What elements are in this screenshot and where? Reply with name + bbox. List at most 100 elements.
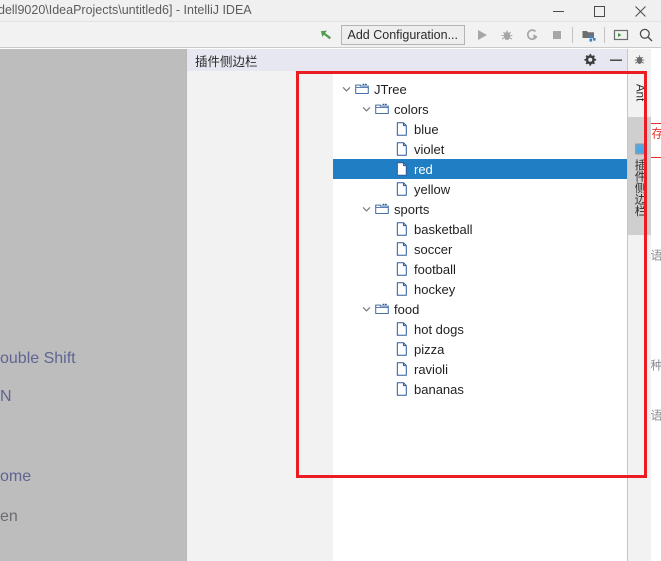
run-button[interactable]	[469, 23, 494, 47]
tree-node-label: basketball	[414, 221, 473, 237]
tree-toggle-spacer	[379, 319, 393, 339]
tree-row[interactable]: violet	[333, 139, 628, 159]
tree-toggle-spacer	[379, 159, 393, 179]
tree-toggle-spacer	[379, 139, 393, 159]
debug-button[interactable]	[494, 23, 519, 47]
chevron-down-icon[interactable]	[359, 99, 373, 119]
window-title: dell9020\IdeaProjects\untitled6] - Intel…	[0, 3, 252, 17]
minimize-button[interactable]	[538, 0, 579, 22]
tree-toggle-spacer	[379, 279, 393, 299]
tree-left-gutter	[187, 71, 333, 561]
navigate-back-icon[interactable]	[314, 23, 339, 47]
stop-button[interactable]	[544, 23, 569, 47]
sidebar-tab-label: Ant	[633, 84, 646, 102]
tree-toggle-spacer	[379, 179, 393, 199]
annotation-red-text: 存	[651, 127, 661, 139]
hide-tool-window-icon[interactable]	[608, 52, 624, 68]
tree-node-label: red	[414, 161, 433, 177]
toolbar-separator	[572, 27, 573, 43]
tree-node-label: JTree	[374, 81, 407, 97]
sidebar-tab-ant[interactable]: Ant	[628, 69, 651, 117]
tree-node-label: blue	[414, 121, 439, 137]
tree-node-label: violet	[414, 141, 445, 157]
toolbar-separator	[604, 27, 605, 43]
chevron-down-icon[interactable]	[359, 199, 373, 219]
file-icon	[393, 339, 411, 359]
right-tool-window-bar: Ant 插件侧边栏	[627, 49, 651, 561]
gear-icon[interactable]	[582, 52, 598, 68]
tree-row[interactable]: basketball	[333, 219, 628, 239]
tree-toggle-spacer	[379, 219, 393, 239]
sidebar-tab-label: 插件侧边栏	[633, 158, 646, 217]
file-icon	[393, 119, 411, 139]
tree-node-label: ravioli	[414, 361, 448, 377]
tree-node-label: hot dogs	[414, 321, 464, 337]
plugin-window-icon	[632, 141, 648, 157]
jtree-panel[interactable]: JTree colors blue violet red yellow sports bask…	[333, 71, 628, 561]
welcome-line: ouble Shift	[0, 350, 76, 367]
tree-row[interactable]: soccer	[333, 239, 628, 259]
welcome-line: N	[0, 388, 12, 405]
window-controls	[538, 0, 661, 22]
title-bar: dell9020\IdeaProjects\untitled6] - Intel…	[0, 0, 661, 22]
editor-welcome-panel: ouble Shift N ome en	[0, 49, 186, 561]
annotation-tick	[651, 157, 661, 158]
file-icon	[393, 259, 411, 279]
tree-toggle-spacer	[379, 239, 393, 259]
tree-row[interactable]: blue	[333, 119, 628, 139]
tree-toggle-spacer	[379, 379, 393, 399]
clipped-text: 语	[651, 249, 661, 261]
tree-node-label: hockey	[414, 281, 456, 297]
file-icon	[393, 159, 411, 179]
tree-row[interactable]: hot dogs	[333, 319, 628, 339]
tree-node-label: football	[414, 261, 456, 277]
tool-window-title: 插件侧边栏	[195, 54, 258, 69]
annotation-tick	[651, 123, 661, 124]
run-with-coverage-button[interactable]	[519, 23, 544, 47]
tree-row-selected[interactable]: red	[333, 159, 628, 179]
project-structure-button[interactable]	[576, 23, 601, 47]
tree-node-label: sports	[394, 201, 430, 217]
folder-icon	[353, 79, 371, 99]
plugin-sidebar-tool-window: 插件侧边栏 JTree colors blue violet red yellow spor…	[186, 49, 628, 561]
tree-row[interactable]: sports	[333, 199, 628, 219]
file-icon	[393, 279, 411, 299]
file-icon	[393, 239, 411, 259]
chevron-down-icon[interactable]	[359, 299, 373, 319]
tree-row[interactable]: pizza	[333, 339, 628, 359]
tree-row[interactable]: JTree	[333, 79, 628, 99]
tree-toggle-spacer	[379, 339, 393, 359]
folder-icon	[373, 299, 391, 319]
jtree-rows-container[interactable]: JTree colors blue violet red yellow sports bask…	[333, 71, 628, 561]
far-right-strip: 存 语 种 语	[651, 49, 661, 561]
terminal-button[interactable]	[608, 23, 633, 47]
close-button[interactable]	[620, 0, 661, 22]
tree-row[interactable]: hockey	[333, 279, 628, 299]
clipped-text: 语	[651, 409, 661, 421]
tree-row[interactable]: colors	[333, 99, 628, 119]
chevron-down-icon[interactable]	[339, 79, 353, 99]
tool-window-actions	[582, 49, 624, 71]
file-icon	[393, 179, 411, 199]
tree-row[interactable]: food	[333, 299, 628, 319]
sidebar-tab-plugin-sidebar[interactable]: 插件侧边栏	[628, 117, 651, 235]
tree-node-label: food	[394, 301, 420, 317]
tool-window-header: 插件侧边栏	[187, 49, 628, 71]
app-window: dell9020\IdeaProjects\untitled6] - Intel…	[0, 0, 661, 561]
tree-toggle-spacer	[379, 259, 393, 279]
folder-icon	[373, 199, 391, 219]
bug-icon[interactable]	[628, 49, 651, 69]
tree-row[interactable]: bananas	[333, 379, 628, 399]
search-everywhere-button[interactable]	[633, 23, 658, 47]
add-configuration-button[interactable]: Add Configuration...	[340, 25, 465, 45]
tree-row[interactable]: football	[333, 259, 628, 279]
maximize-button[interactable]	[579, 0, 620, 22]
tree-node-label: bananas	[414, 381, 464, 397]
tree-row[interactable]: ravioli	[333, 359, 628, 379]
folder-icon	[373, 99, 391, 119]
tree-row[interactable]: yellow	[333, 179, 628, 199]
tree-node-label: yellow	[414, 181, 451, 197]
tree-node-label: soccer	[414, 241, 453, 257]
tree-toggle-spacer	[379, 359, 393, 379]
clipped-text: 种	[651, 359, 661, 371]
